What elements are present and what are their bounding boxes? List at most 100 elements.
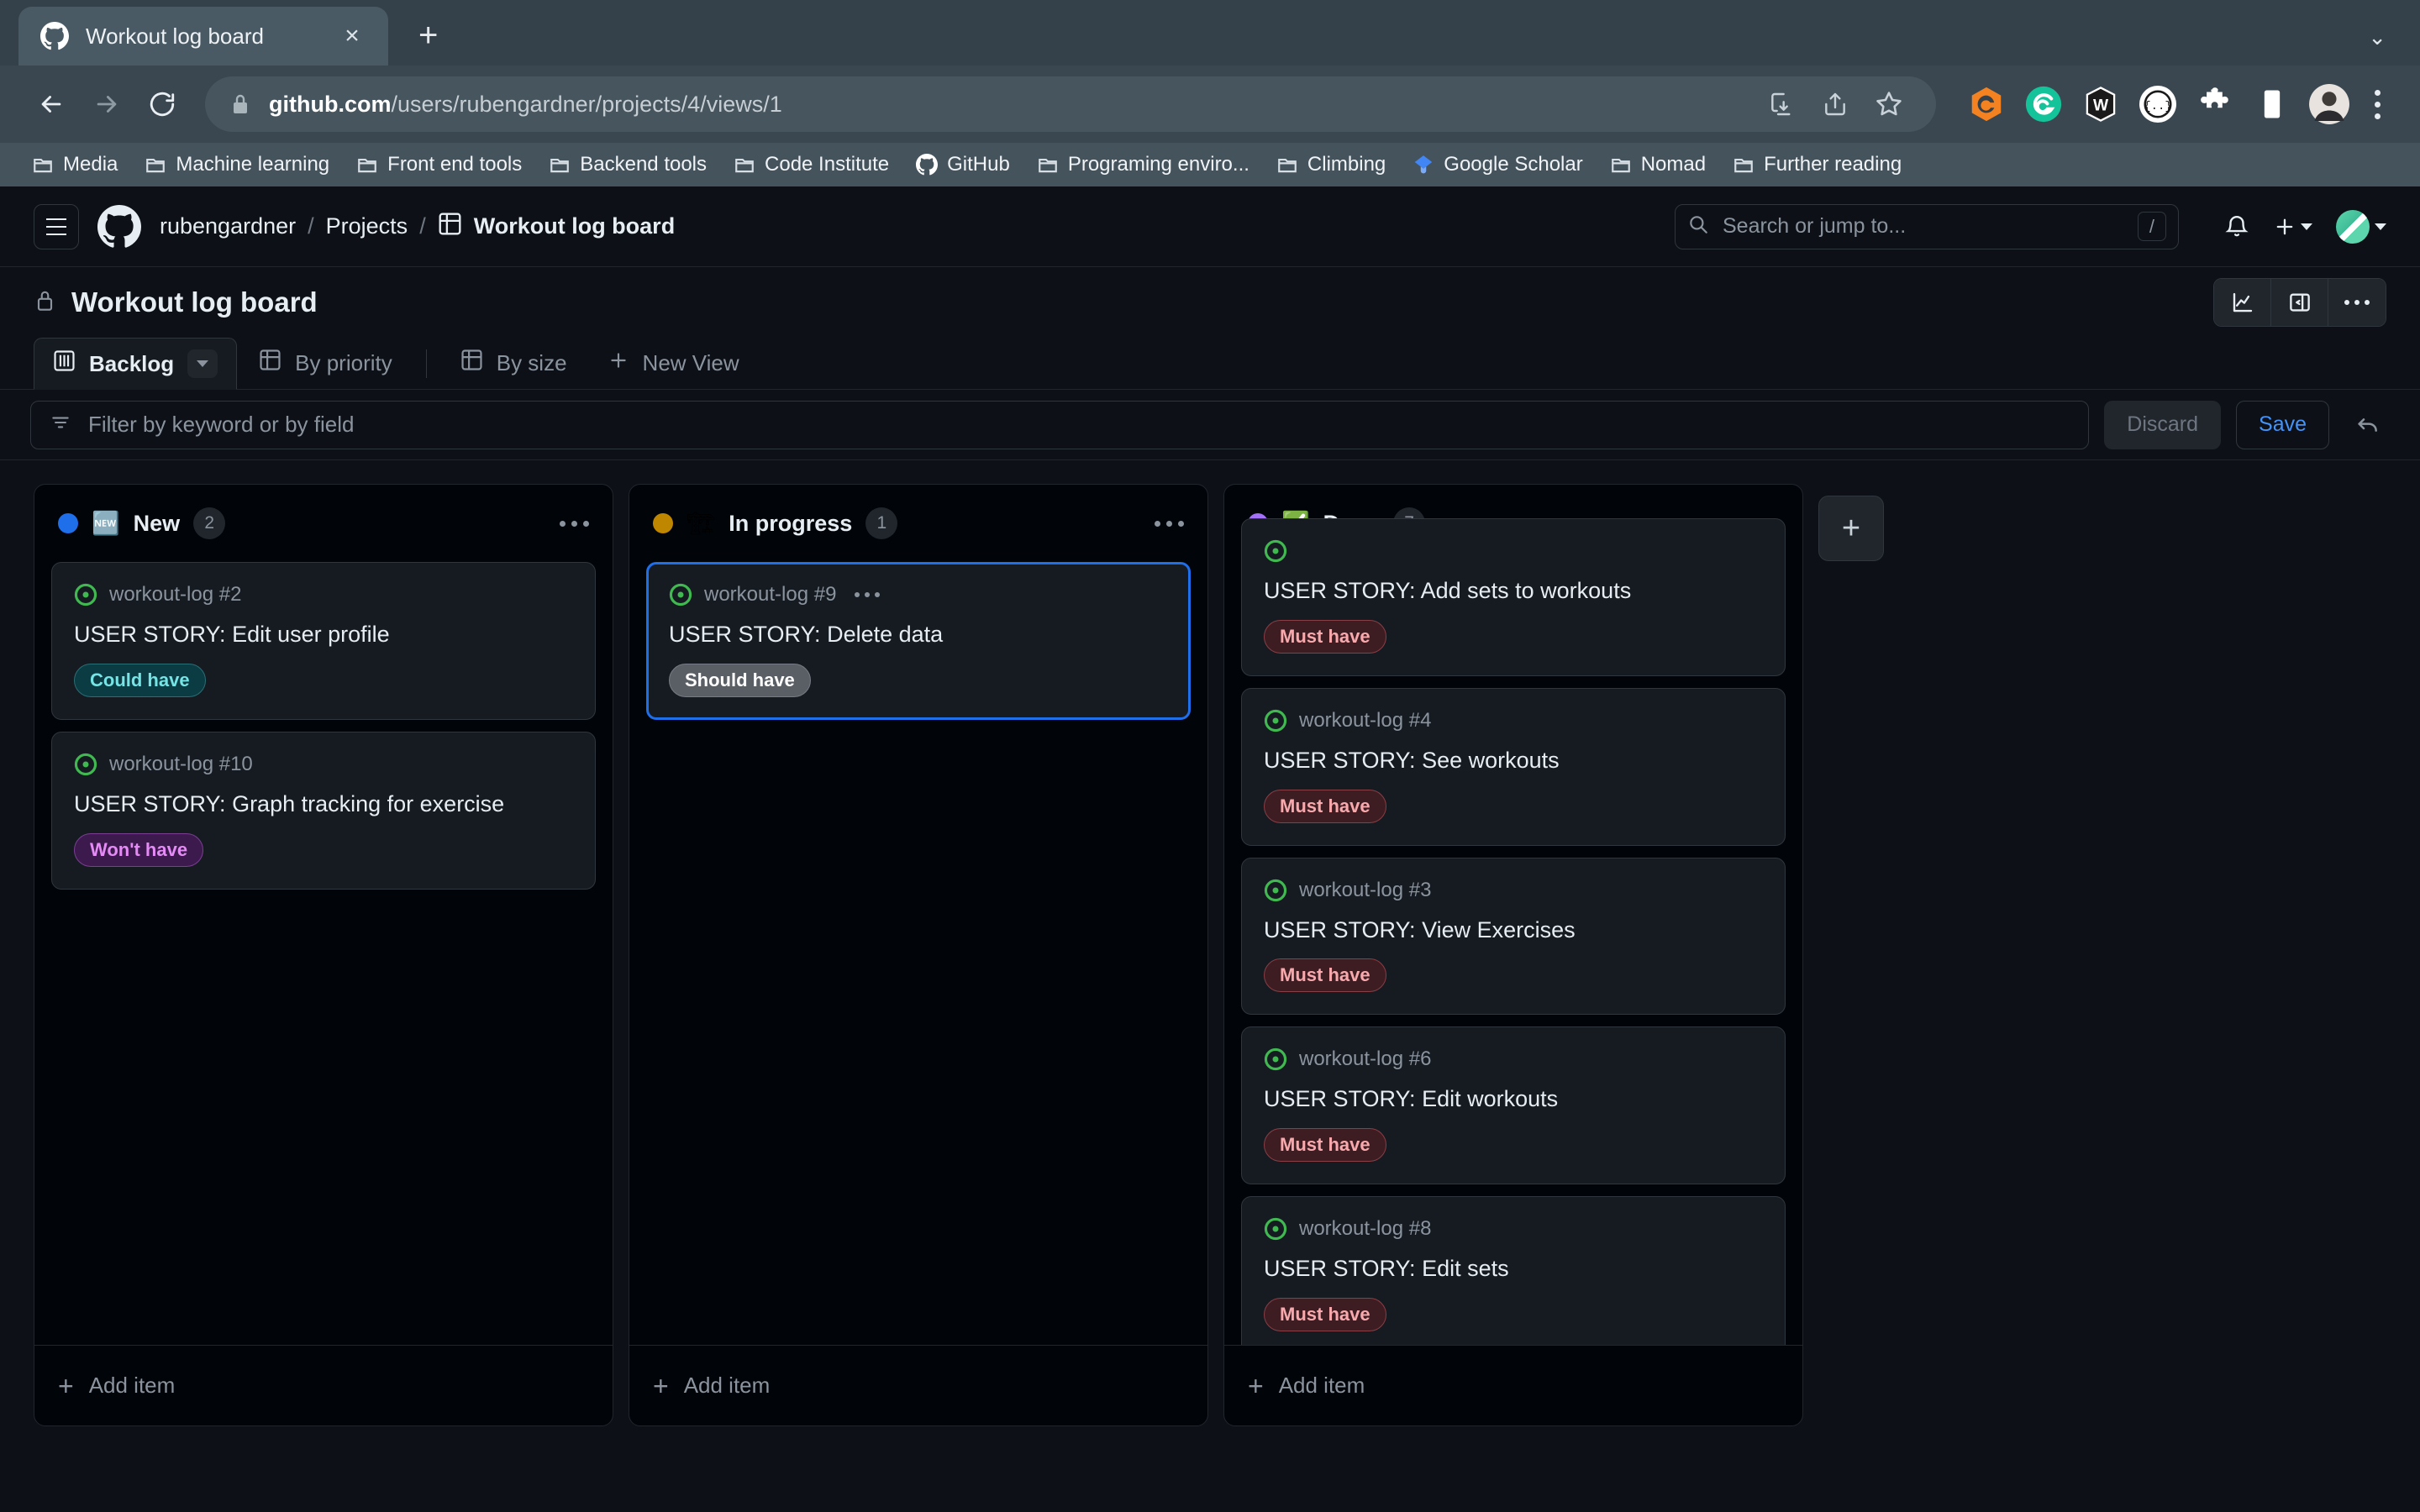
- bookmark-label: GitHub: [947, 153, 1010, 176]
- line-chart-icon[interactable]: [2214, 279, 2271, 326]
- column-cards: workout-log #2 USER STORY: Edit user pro…: [34, 562, 613, 1345]
- readerview-icon[interactable]: [2250, 82, 2294, 126]
- board-card[interactable]: workout-log #9 USER STORY: Delete data S…: [646, 562, 1191, 720]
- project-menu-button[interactable]: [2328, 279, 2386, 326]
- column-cards[interactable]: USER STORY: Add sets to workouts Must ha…: [1224, 518, 1802, 1345]
- breadcrumb-owner[interactable]: rubengardner: [160, 213, 296, 239]
- svg-text:W: W: [2093, 97, 2109, 115]
- bookmark-item[interactable]: Programing enviro...: [1023, 146, 1263, 183]
- chevron-down-icon: [2375, 223, 2386, 230]
- table-view-icon: [259, 349, 281, 377]
- breadcrumb-projects[interactable]: Projects: [326, 213, 408, 239]
- project-actions: [2213, 278, 2386, 327]
- open-issue-icon: [1264, 539, 1287, 563]
- sidebar-panel-icon[interactable]: [2271, 279, 2328, 326]
- bookmark-label: Google Scholar: [1444, 153, 1582, 176]
- tab-by-size[interactable]: By size: [442, 337, 586, 389]
- wappalyzer-icon[interactable]: W: [2079, 82, 2123, 126]
- page-title: Workout log board: [34, 286, 318, 318]
- back-button[interactable]: [24, 76, 79, 132]
- install-icon[interactable]: [1760, 82, 1803, 126]
- user-avatar[interactable]: [2336, 210, 2386, 244]
- discard-button[interactable]: Discard: [2104, 401, 2221, 449]
- github-icon: [916, 154, 938, 176]
- github-mark-icon[interactable]: [97, 205, 141, 249]
- bookmark-item[interactable]: Machine learning: [131, 146, 343, 183]
- priority-label: Won't have: [74, 833, 203, 867]
- bookmark-label: Media: [63, 153, 118, 176]
- chrome-menu-icon[interactable]: [2358, 81, 2396, 128]
- open-issue-icon: [669, 583, 692, 606]
- search-input[interactable]: Search or jump to... /: [1675, 204, 2179, 249]
- share-icon[interactable]: [1813, 82, 1857, 126]
- tab-by-priority[interactable]: By priority: [240, 337, 411, 389]
- column-menu-button[interactable]: [560, 521, 589, 527]
- chevron-down-icon[interactable]: ⌄: [2368, 24, 2386, 50]
- board-card[interactable]: workout-log #2 USER STORY: Edit user pro…: [51, 562, 596, 720]
- board-card[interactable]: workout-log #8 USER STORY: Edit sets Mus…: [1241, 1196, 1786, 1345]
- bookmark-item[interactable]: Media: [18, 146, 131, 183]
- add-item-label: Add item: [89, 1373, 176, 1399]
- reload-button[interactable]: [134, 76, 190, 132]
- bookmark-label: Front end tools: [387, 153, 522, 176]
- grammarly-orange-icon[interactable]: [1965, 82, 2008, 126]
- forward-button[interactable]: [79, 76, 134, 132]
- puzzle-extensions-icon[interactable]: [2193, 82, 2237, 126]
- close-icon[interactable]: ×: [338, 24, 366, 49]
- bookmark-item[interactable]: Google Scholar: [1399, 146, 1596, 183]
- add-column-button[interactable]: +: [1818, 496, 1884, 561]
- hamburger-icon[interactable]: [34, 204, 79, 249]
- undo-arrow-icon[interactable]: [2344, 402, 2390, 448]
- bookmark-item[interactable]: Nomad: [1597, 146, 1719, 183]
- bookmark-item[interactable]: Climbing: [1263, 146, 1399, 183]
- card-menu-button[interactable]: [855, 592, 880, 597]
- bookmark-item[interactable]: Further reading: [1719, 146, 1915, 183]
- browser-toolbar: github.com/users/rubengardner/projects/4…: [0, 66, 2420, 143]
- board-card[interactable]: workout-log #4 USER STORY: See workouts …: [1241, 688, 1786, 846]
- breadcrumb: rubengardner / Projects / Workout log bo…: [160, 212, 675, 242]
- lock-icon: [230, 92, 250, 116]
- filter-placeholder: Filter by keyword or by field: [88, 412, 354, 438]
- bookmark-item[interactable]: Backend tools: [535, 146, 720, 183]
- folder-icon: [1733, 154, 1754, 176]
- address-bar[interactable]: github.com/users/rubengardner/projects/4…: [205, 76, 1936, 132]
- bookmark-item[interactable]: Code Institute: [720, 146, 902, 183]
- folder-icon: [32, 154, 54, 176]
- open-issue-icon: [1264, 709, 1287, 732]
- tab-by-size-label: By size: [497, 350, 567, 376]
- bookmark-star-icon[interactable]: [1867, 82, 1911, 126]
- breadcrumb-current[interactable]: Workout log board: [438, 212, 675, 242]
- filter-input[interactable]: Filter by keyword or by field: [30, 401, 2089, 449]
- filter-icon: [50, 412, 71, 438]
- card-title: USER STORY: Edit user profile: [74, 621, 573, 649]
- priority-label: Could have: [74, 664, 206, 697]
- board-card[interactable]: workout-log #10 USER STORY: Graph tracki…: [51, 732, 596, 890]
- lock-icon: [34, 288, 56, 318]
- folder-icon: [1037, 154, 1059, 176]
- add-item-button[interactable]: + Add item: [629, 1345, 1207, 1425]
- json-viewer-icon[interactable]: {..}: [2136, 82, 2180, 126]
- board-card[interactable]: workout-log #6 USER STORY: Edit workouts…: [1241, 1026, 1786, 1184]
- new-tab-button[interactable]: +: [418, 18, 438, 52]
- svg-text:{..}: {..}: [2144, 100, 2172, 113]
- bell-icon[interactable]: [2224, 214, 2249, 239]
- bookmark-item[interactable]: Front end tools: [343, 146, 535, 183]
- add-item-button[interactable]: + Add item: [1224, 1345, 1802, 1425]
- view-options-dropdown[interactable]: [187, 349, 218, 378]
- priority-label: Must have: [1264, 1298, 1386, 1331]
- board-card[interactable]: USER STORY: Add sets to workouts Must ha…: [1241, 518, 1786, 676]
- column-menu-button[interactable]: [1155, 521, 1184, 527]
- scholar-icon: [1413, 154, 1434, 176]
- column-cards: workout-log #9 USER STORY: Delete data S…: [629, 562, 1207, 1345]
- new-view-button[interactable]: New View: [589, 337, 758, 389]
- tab-backlog[interactable]: Backlog: [34, 338, 237, 390]
- grammarly-green-icon[interactable]: [2022, 82, 2065, 126]
- add-item-button[interactable]: + Add item: [34, 1345, 613, 1425]
- board-card[interactable]: workout-log #3 USER STORY: View Exercise…: [1241, 858, 1786, 1016]
- create-new-button[interactable]: [2273, 215, 2312, 239]
- save-button[interactable]: Save: [2236, 401, 2329, 449]
- bookmark-label: Backend tools: [580, 153, 707, 176]
- profile-avatar[interactable]: [2307, 82, 2351, 126]
- bookmark-item[interactable]: GitHub: [902, 146, 1023, 183]
- browser-tab[interactable]: Workout log board ×: [18, 7, 388, 66]
